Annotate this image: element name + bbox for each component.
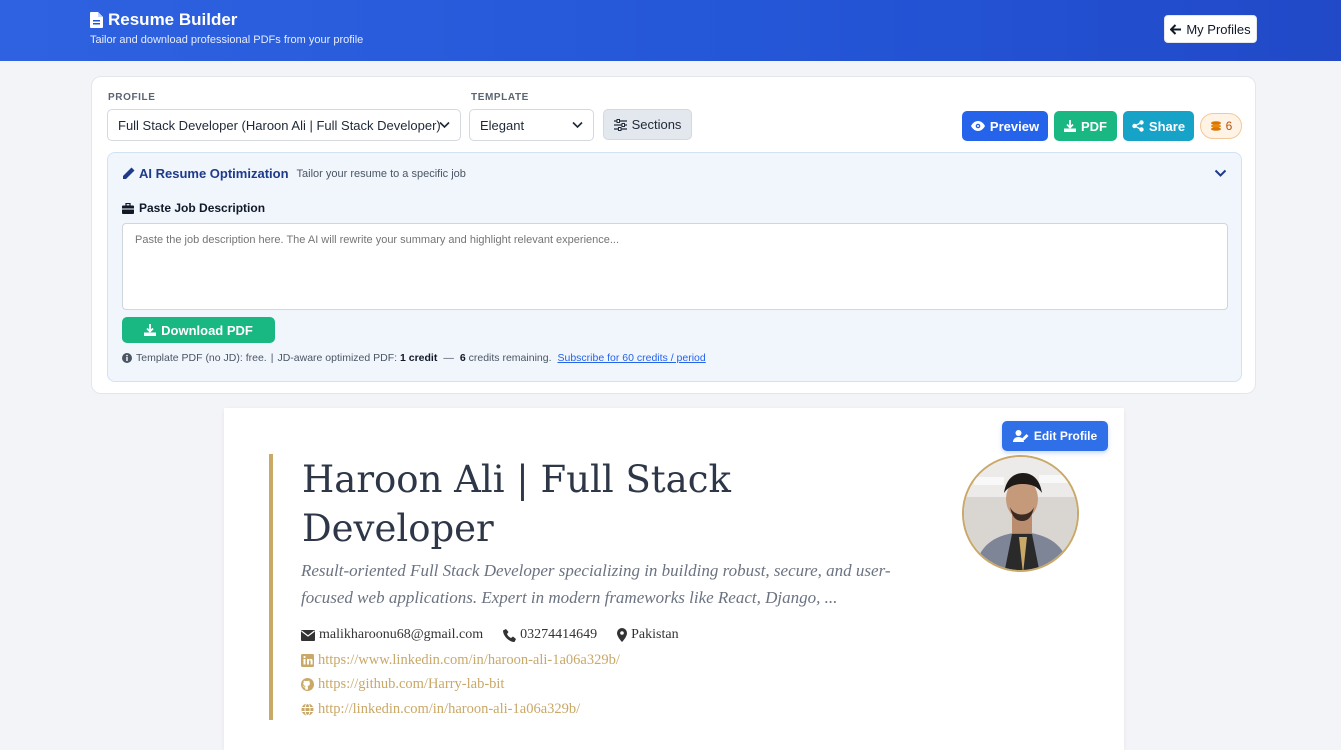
preview-button[interactable]: Preview — [962, 111, 1048, 141]
my-profiles-button[interactable]: My Profiles — [1164, 15, 1257, 43]
info-remaining-count: 6 — [459, 352, 466, 364]
profile-photo — [964, 457, 1077, 570]
phone-text: 03274414649 — [520, 627, 598, 642]
pdf-button[interactable]: PDF — [1054, 111, 1117, 141]
ai-optimization-panel: AI Resume Optimization Tailor your resum… — [107, 152, 1242, 382]
profile-select[interactable]: Full Stack Developer (Haroon Ali | Full … — [107, 109, 461, 141]
app-title: Resume Builder — [90, 10, 363, 30]
pencil-icon — [123, 167, 135, 179]
contact-row: malikharoonu68@gmail.com 03274414649 Pak… — [301, 627, 699, 643]
app-subtitle: Tailor and download professional PDFs fr… — [90, 34, 364, 46]
map-pin-icon — [617, 628, 628, 642]
job-description-label-text: Paste Job Description — [139, 201, 266, 215]
linkedin-icon — [301, 654, 314, 667]
avatar — [962, 455, 1079, 572]
share-icon — [1132, 120, 1144, 132]
chevron-down-icon — [439, 121, 450, 129]
ai-panel-header[interactable]: AI Resume Optimization Tailor your resum… — [122, 166, 466, 181]
ai-panel-subtitle: Tailor your resume to a specific job — [296, 167, 466, 180]
top-bar: Resume Builder Tailor and download profe… — [0, 0, 1341, 61]
sliders-icon — [613, 118, 627, 131]
chevron-down-icon — [572, 121, 583, 129]
share-button[interactable]: Share — [1123, 111, 1194, 141]
github-link[interactable]: https://github.com/Harry-lab-bit — [301, 676, 504, 693]
contact-email: malikharoonu68@gmail.com — [301, 627, 483, 643]
download-icon — [144, 324, 157, 336]
sections-button[interactable]: Sections — [603, 109, 692, 140]
github-icon — [301, 678, 314, 691]
template-label: TEMPLATE — [471, 92, 529, 103]
info-dash: — — [443, 352, 454, 364]
file-icon — [90, 12, 103, 28]
credits-count: 6 — [1225, 119, 1233, 133]
download-pdf-label: Download PDF — [161, 322, 253, 338]
info-icon — [122, 353, 132, 363]
sections-label: Sections — [631, 117, 682, 132]
phone-icon — [503, 628, 517, 642]
credits-info: Template PDF (no JD): free. | JD-aware o… — [122, 352, 706, 364]
linkedin-url: https://www.linkedin.com/in/haroon-ali-1… — [318, 652, 620, 668]
user-edit-icon — [1012, 430, 1029, 442]
edit-profile-label: Edit Profile — [1033, 429, 1098, 443]
chevron-down-icon[interactable] — [1214, 169, 1227, 178]
template-select-value: Elegant — [480, 117, 525, 133]
brand: Resume Builder Tailor and download profe… — [90, 10, 363, 46]
subscribe-link[interactable]: Subscribe for 60 credits / period — [558, 352, 706, 364]
coins-icon — [1210, 121, 1221, 131]
app-title-text: Resume Builder — [108, 10, 238, 29]
my-profiles-label: My Profiles — [1186, 21, 1251, 37]
globe-icon — [301, 703, 314, 716]
resume-summary: Result-oriented Full Stack Developer spe… — [301, 561, 891, 607]
info-cost: 1 credit — [400, 352, 438, 364]
download-icon — [1064, 120, 1076, 132]
info-remaining-text: credits remaining. — [468, 352, 552, 364]
briefcase-icon — [122, 202, 134, 214]
contact-location: Pakistan — [617, 627, 679, 643]
arrow-left-icon — [1170, 23, 1182, 35]
github-url: https://github.com/Harry-lab-bit — [318, 676, 505, 692]
profile-label: PROFILE — [108, 92, 156, 103]
email-text: malikharoonu68@gmail.com — [319, 627, 484, 642]
job-description-label: Paste Job Description — [122, 201, 265, 215]
info-template: Template PDF (no JD): free. — [136, 352, 267, 364]
template-select[interactable]: Elegant — [469, 109, 594, 141]
controls-card: PROFILE Full Stack Developer (Haroon Ali… — [91, 76, 1256, 394]
eye-icon — [970, 121, 985, 131]
resume-name: Haroon Ali | Full Stack Developer — [302, 458, 731, 550]
ai-panel-title: AI Resume Optimization — [139, 166, 289, 181]
pdf-label: PDF — [1081, 118, 1107, 134]
website-url: http://linkedin.com/in/haroon-ali-1a06a3… — [318, 701, 581, 717]
job-description-input[interactable] — [122, 223, 1228, 310]
credits-badge: 6 — [1200, 113, 1242, 139]
linkedin-link[interactable]: https://www.linkedin.com/in/haroon-ali-1… — [301, 652, 620, 669]
profile-select-value: Full Stack Developer (Haroon Ali | Full … — [118, 117, 441, 133]
preview-label: Preview — [989, 118, 1040, 134]
accent-bar — [269, 454, 273, 720]
contact-phone: 03274414649 — [503, 627, 597, 643]
location-text: Pakistan — [631, 627, 679, 642]
info-jd: JD-aware optimized PDF: — [277, 352, 398, 364]
edit-profile-button[interactable]: Edit Profile — [1002, 421, 1108, 451]
download-pdf-button[interactable]: Download PDF — [122, 317, 275, 343]
info-pipe: | — [270, 352, 274, 364]
resume-preview: Edit Profile Haroon Ali | Full Stack Dev… — [224, 408, 1124, 750]
website-link[interactable]: http://linkedin.com/in/haroon-ali-1a06a3… — [301, 701, 580, 718]
share-label: Share — [1148, 118, 1186, 134]
envelope-icon — [301, 629, 315, 641]
